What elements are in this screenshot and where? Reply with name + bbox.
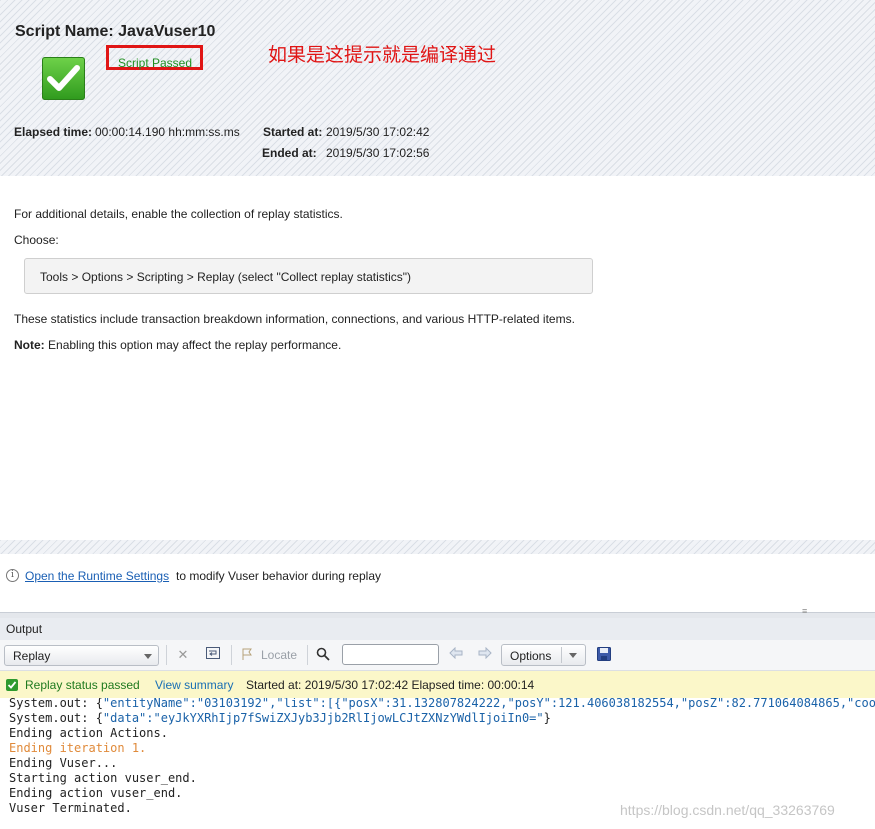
log-line: Ending Vuser... [9,756,118,770]
statistics-description: These statistics include transaction bre… [14,312,575,326]
locate-button[interactable]: Locate [261,648,297,662]
options-dropdown-button[interactable]: Options [501,644,586,666]
search-input[interactable] [342,644,439,665]
ended-at-value: 2019/5/30 17:02:56 [326,146,430,160]
prev-icon[interactable] [448,646,464,663]
watermark-text: https://blog.csdn.net/qq_33263769 [620,802,835,818]
elapsed-time-value: 00:00:14.190 hh:mm:ss.ms [95,125,240,139]
chevron-down-icon [569,653,577,658]
save-icon[interactable] [596,647,612,663]
passed-check-icon [42,57,85,100]
details-intro: For additional details, enable the colle… [14,207,343,221]
started-at-label: Started at: [263,125,323,139]
choose-label: Choose: [14,233,59,247]
ended-at-label: Ended at: [262,146,317,160]
output-panel-header: Output [0,618,875,640]
chevron-down-icon [144,654,152,659]
elapsed-time-label: Elapsed time: [14,125,93,139]
open-runtime-settings-link[interactable]: Open the Runtime Settings [25,569,169,583]
annotation-note: 如果是这提示就是编译通过 [268,44,497,66]
toolbar-separator [231,645,232,665]
toolbar-separator [166,645,167,665]
script-status-label: Script Passed [118,56,193,70]
view-summary-link[interactable]: View summary [155,678,233,692]
runtime-settings-row: i Open the Runtime Settings to modify Vu… [0,554,875,612]
section-divider [0,540,875,554]
output-toolbar: Replay ✕ Locate Options [0,640,875,671]
log-line: Vuser Terminated. [9,801,132,815]
note-text: Enabling this option may affect the repl… [48,338,342,352]
clear-icon[interactable]: ✕ [175,647,191,663]
wrap-icon[interactable] [205,647,221,663]
next-icon[interactable] [477,646,493,663]
status-check-icon [6,679,18,691]
replay-timing-text: Started at: 2019/5/30 17:02:42 Elapsed t… [246,678,535,692]
replay-status-text: Replay status passed [25,678,140,692]
dropdown-divider [561,647,562,663]
runtime-settings-hint: to modify Vuser behavior during replay [176,569,381,583]
options-path-box: Tools > Options > Scripting > Replay (se… [24,258,593,294]
log-line: System.out: {"entityName":"03103192","li… [9,698,875,710]
log-line: System.out: {"data":"eyJkYXRhIjp7fSwiZXJ… [9,711,551,725]
script-name-title: Script Name: JavaVuser10 [15,23,216,40]
splitter-grip-icon[interactable]: ≡ [802,606,807,616]
log-line: Ending action Actions. [9,726,168,740]
info-icon: i [6,569,19,582]
script-status-highlight: Script Passed [106,45,203,70]
replay-status-bar: Replay status passed View summary Starte… [0,671,875,699]
note-label: Note: [14,338,45,352]
started-at-value: 2019/5/30 17:02:42 [326,125,430,139]
replay-summary-header: Script Name: JavaVuser10 Script Passed 如… [0,0,875,176]
toolbar-separator [307,645,308,665]
output-panel-title: Output [6,622,43,636]
log-line: Ending iteration 1. [9,741,147,755]
log-line: Ending action vuser_end. [9,786,183,800]
options-path-text: Tools > Options > Scripting > Replay (se… [40,270,412,284]
output-source-select[interactable]: Replay [4,645,159,666]
output-source-selected: Replay [13,649,51,663]
details-panel [0,176,875,540]
locate-icon[interactable] [240,647,256,663]
note-line: Note: Enabling this option may affect th… [14,338,341,352]
search-icon[interactable] [315,647,331,663]
log-line: Starting action vuser_end. [9,771,197,785]
options-button-label: Options [510,649,552,663]
